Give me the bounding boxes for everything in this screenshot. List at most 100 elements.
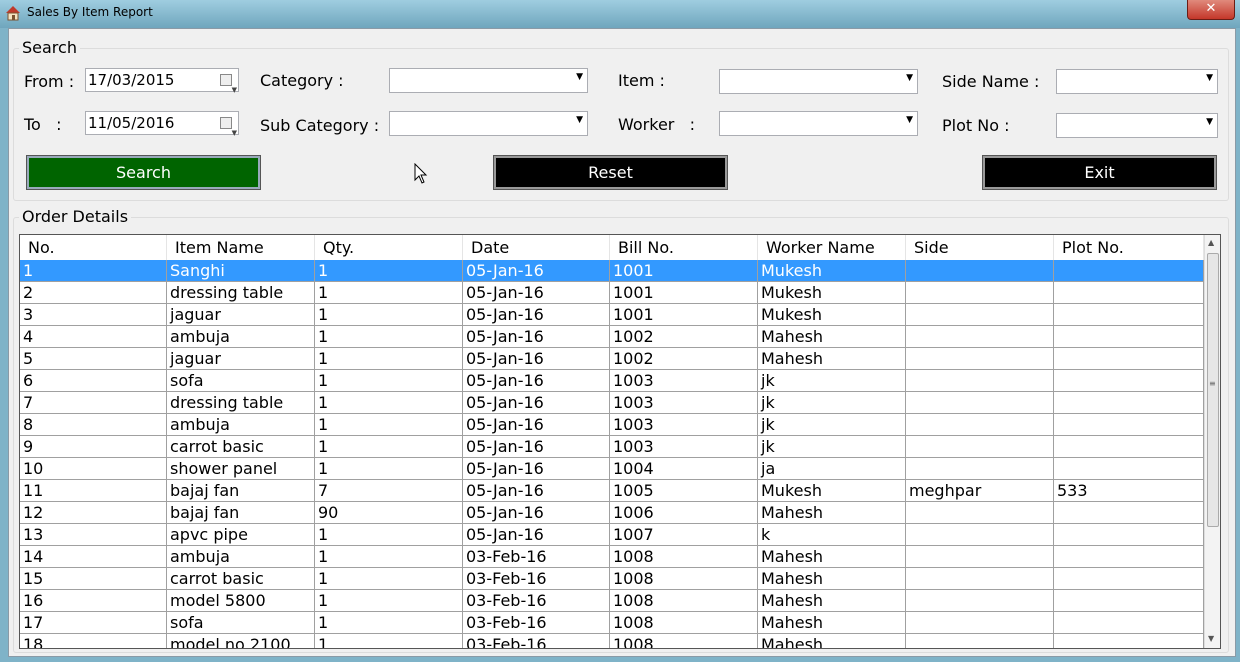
table-cell[interactable] xyxy=(1054,326,1204,348)
title-bar[interactable]: Sales By Item Report ✕ xyxy=(0,0,1240,28)
table-cell[interactable]: 16 xyxy=(20,590,167,612)
table-cell[interactable] xyxy=(906,282,1054,304)
table-cell[interactable]: 1003 xyxy=(610,436,758,458)
table-cell[interactable]: ja xyxy=(758,458,906,480)
column-header[interactable]: Bill No. xyxy=(610,235,758,260)
table-cell[interactable] xyxy=(1054,304,1204,326)
table-cell[interactable]: jk xyxy=(758,414,906,436)
table-cell[interactable]: 1003 xyxy=(610,370,758,392)
sub-category-select[interactable]: ▼ xyxy=(389,111,588,136)
table-cell[interactable]: 05-Jan-16 xyxy=(463,414,610,436)
table-cell[interactable]: Mukesh xyxy=(758,304,906,326)
table-cell[interactable]: 8 xyxy=(20,414,167,436)
table-cell[interactable] xyxy=(906,392,1054,414)
table-cell[interactable] xyxy=(1054,524,1204,546)
table-cell[interactable]: 05-Jan-16 xyxy=(463,282,610,304)
table-cell[interactable]: Mahesh xyxy=(758,326,906,348)
table-cell[interactable]: 1004 xyxy=(610,458,758,480)
table-cell[interactable]: Mahesh xyxy=(758,568,906,590)
table-cell[interactable]: 05-Jan-16 xyxy=(463,326,610,348)
table-cell[interactable] xyxy=(906,370,1054,392)
table-cell[interactable]: 9 xyxy=(20,436,167,458)
table-row[interactable]: 1 Sanghi 1 05-Jan-16 1001 Mukesh xyxy=(20,260,1204,282)
table-cell[interactable]: sofa xyxy=(167,370,315,392)
table-cell[interactable]: jk xyxy=(758,436,906,458)
table-cell[interactable] xyxy=(906,260,1054,282)
table-row[interactable]: 2 dressing table 1 05-Jan-16 1001 Mukesh xyxy=(20,282,1204,304)
table-cell[interactable]: 7 xyxy=(315,480,463,502)
table-cell[interactable] xyxy=(1054,414,1204,436)
table-cell[interactable]: 05-Jan-16 xyxy=(463,502,610,524)
table-cell[interactable]: 4 xyxy=(20,326,167,348)
table-cell[interactable]: 1001 xyxy=(610,282,758,304)
table-cell[interactable]: dressing table xyxy=(167,282,315,304)
close-button[interactable]: ✕ xyxy=(1187,0,1235,20)
table-cell[interactable] xyxy=(1054,392,1204,414)
table-cell[interactable]: jaguar xyxy=(167,304,315,326)
table-row[interactable]: 16 model 5800 1 03-Feb-16 1008 Mahesh xyxy=(20,590,1204,612)
table-cell[interactable] xyxy=(1054,634,1204,648)
table-cell[interactable]: 05-Jan-16 xyxy=(463,348,610,370)
table-row[interactable]: 14 ambuja 1 03-Feb-16 1008 Mahesh xyxy=(20,546,1204,568)
calendar-icon[interactable]: ▼ xyxy=(220,74,237,94)
table-cell[interactable]: 1 xyxy=(315,546,463,568)
table-cell[interactable] xyxy=(906,524,1054,546)
category-select[interactable]: ▼ xyxy=(389,68,588,93)
table-cell[interactable]: shower panel xyxy=(167,458,315,480)
table-row[interactable]: 15 carrot basic 1 03-Feb-16 1008 Mahesh xyxy=(20,568,1204,590)
table-cell[interactable]: 1 xyxy=(315,370,463,392)
table-cell[interactable]: Mukesh xyxy=(758,480,906,502)
table-row[interactable]: 13 apvc pipe 1 05-Jan-16 1007 k xyxy=(20,524,1204,546)
from-date-picker[interactable]: 17/03/2015 ▼ xyxy=(85,68,239,94)
table-cell[interactable]: bajaj fan xyxy=(167,502,315,524)
search-button[interactable]: Search xyxy=(26,155,261,190)
table-row[interactable]: 4 ambuja 1 05-Jan-16 1002 Mahesh xyxy=(20,326,1204,348)
table-cell[interactable]: 05-Jan-16 xyxy=(463,480,610,502)
table-cell[interactable] xyxy=(906,546,1054,568)
table-cell[interactable]: 1 xyxy=(315,348,463,370)
table-cell[interactable] xyxy=(906,568,1054,590)
table-cell[interactable]: k xyxy=(758,524,906,546)
table-cell[interactable]: 05-Jan-16 xyxy=(463,524,610,546)
table-cell[interactable] xyxy=(1054,260,1204,282)
table-cell[interactable]: model 5800 xyxy=(167,590,315,612)
reset-button[interactable]: Reset xyxy=(493,155,728,190)
table-cell[interactable]: 03-Feb-16 xyxy=(463,612,610,634)
table-cell[interactable] xyxy=(906,414,1054,436)
table-cell[interactable]: 1 xyxy=(315,392,463,414)
table-cell[interactable]: 1005 xyxy=(610,480,758,502)
column-header[interactable]: Date xyxy=(463,235,610,260)
plot-no-select[interactable]: ▼ xyxy=(1056,113,1218,138)
table-cell[interactable]: Mahesh xyxy=(758,612,906,634)
column-header[interactable]: Worker Name xyxy=(758,235,906,260)
table-cell[interactable] xyxy=(906,590,1054,612)
table-cell[interactable] xyxy=(1054,436,1204,458)
table-cell[interactable]: 03-Feb-16 xyxy=(463,546,610,568)
table-cell[interactable]: 1008 xyxy=(610,590,758,612)
table-cell[interactable]: 1001 xyxy=(610,304,758,326)
table-cell[interactable]: dressing table xyxy=(167,392,315,414)
table-cell[interactable]: carrot basic xyxy=(167,436,315,458)
scroll-up-icon[interactable]: ▲ xyxy=(1208,238,1214,247)
table-cell[interactable]: 1 xyxy=(315,326,463,348)
table-cell[interactable]: 1001 xyxy=(610,260,758,282)
table-cell[interactable]: 1 xyxy=(315,304,463,326)
table-row[interactable]: 9 carrot basic 1 05-Jan-16 1003 jk xyxy=(20,436,1204,458)
table-cell[interactable]: Mukesh xyxy=(758,260,906,282)
table-cell[interactable] xyxy=(1054,590,1204,612)
scroll-down-icon[interactable]: ▼ xyxy=(1208,634,1214,643)
table-row[interactable]: 17 sofa 1 03-Feb-16 1008 Mahesh xyxy=(20,612,1204,634)
table-cell[interactable]: 1 xyxy=(315,260,463,282)
table-cell[interactable]: 1003 xyxy=(610,414,758,436)
table-cell[interactable] xyxy=(1054,546,1204,568)
table-cell[interactable] xyxy=(1054,458,1204,480)
table-cell[interactable]: 05-Jan-16 xyxy=(463,436,610,458)
table-cell[interactable]: 1007 xyxy=(610,524,758,546)
table-cell[interactable]: 5 xyxy=(20,348,167,370)
table-cell[interactable]: Mahesh xyxy=(758,502,906,524)
table-cell[interactable] xyxy=(1054,568,1204,590)
table-cell[interactable] xyxy=(906,634,1054,648)
table-cell[interactable]: 11 xyxy=(20,480,167,502)
scrollbar-thumb[interactable]: ≡ xyxy=(1207,253,1219,527)
table-cell[interactable] xyxy=(906,304,1054,326)
